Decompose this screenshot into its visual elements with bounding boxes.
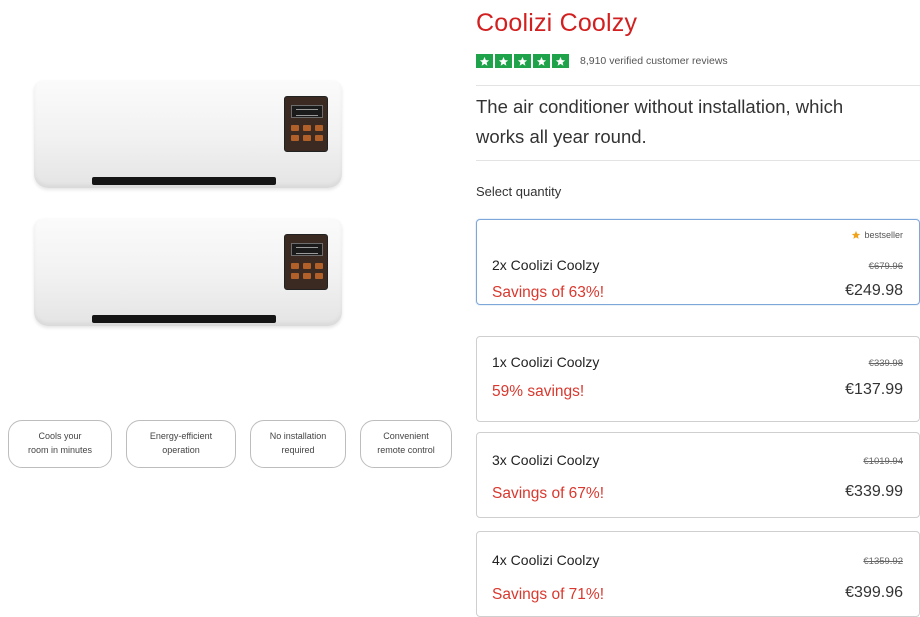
original-price: €679.96 — [868, 261, 903, 272]
star-icon — [552, 54, 569, 68]
savings-text: Savings of 63%! — [492, 284, 605, 301]
product-subtitle: The air conditioner without installation… — [476, 96, 844, 147]
product-info: Coolizi Coolzy 8,910 verified customer r… — [476, 0, 920, 617]
air-conditioner-image[interactable] — [34, 218, 342, 326]
quantity-option-1x[interactable]: 1x Coolizi Coolzy €339.98 59% savings! €… — [476, 336, 920, 422]
option-name: 3x Coolizi Coolzy — [492, 452, 600, 468]
sale-price: €137.99 — [845, 381, 903, 398]
feature-label: Energy-efficient operation — [149, 431, 213, 455]
control-panel — [284, 96, 328, 152]
divider — [476, 85, 920, 86]
star-icon — [495, 54, 512, 68]
air-conditioner-image[interactable] — [34, 80, 342, 188]
star-icon — [514, 54, 531, 68]
display-screen — [291, 243, 323, 256]
air-vent — [92, 177, 276, 185]
feature-pill: Cools your room in minutes — [8, 420, 112, 468]
feature-label: Convenient remote control — [377, 431, 435, 455]
option-name: 4x Coolizi Coolzy — [492, 552, 600, 568]
savings-text: Savings of 67%! — [492, 485, 605, 502]
star-icon — [533, 54, 550, 68]
feature-list: Cools your room in minutes Energy-effici… — [8, 420, 452, 468]
star-icon — [476, 54, 493, 68]
feature-label: Cools your room in minutes — [27, 431, 93, 455]
savings-text: 59% savings! — [492, 383, 585, 400]
badge-label: bestseller — [864, 230, 903, 240]
sale-price: €339.99 — [845, 483, 903, 500]
quantity-option-4x[interactable]: 4x Coolizi Coolzy €1359.92 Savings of 71… — [476, 531, 920, 617]
feature-pill: No installation required — [250, 420, 346, 468]
quantity-option-2x[interactable]: bestseller 2x Coolizi Coolzy €679.96 Sav… — [476, 219, 920, 305]
feature-pill: Energy-efficient operation — [126, 420, 236, 468]
sale-price: €249.98 — [845, 282, 903, 299]
control-panel — [284, 234, 328, 290]
feature-pill: Convenient remote control — [360, 420, 452, 468]
quantity-option-3x[interactable]: 3x Coolizi Coolzy €1019.94 Savings of 67… — [476, 432, 920, 518]
option-name: 2x Coolizi Coolzy — [492, 257, 600, 273]
star-icon — [852, 230, 861, 239]
air-vent — [92, 315, 276, 323]
bestseller-badge: bestseller — [851, 230, 903, 240]
sale-price: €399.96 — [845, 584, 903, 601]
feature-label: No installation required — [269, 431, 327, 455]
original-price: €339.98 — [868, 358, 903, 369]
divider — [476, 160, 920, 161]
option-name: 1x Coolizi Coolzy — [492, 354, 600, 370]
rating-row[interactable]: 8,910 verified customer reviews — [476, 54, 728, 68]
review-count[interactable]: 8,910 verified customer reviews — [580, 55, 728, 67]
quantity-label: Select quantity — [476, 184, 562, 199]
original-price: €1359.92 — [863, 556, 903, 567]
star-rating — [476, 54, 569, 68]
original-price: €1019.94 — [863, 456, 903, 467]
display-screen — [291, 105, 323, 118]
savings-text: Savings of 71%! — [492, 586, 605, 603]
product-gallery: Cools your room in minutes Energy-effici… — [0, 0, 460, 617]
product-title: Coolizi Coolzy — [476, 9, 638, 37]
